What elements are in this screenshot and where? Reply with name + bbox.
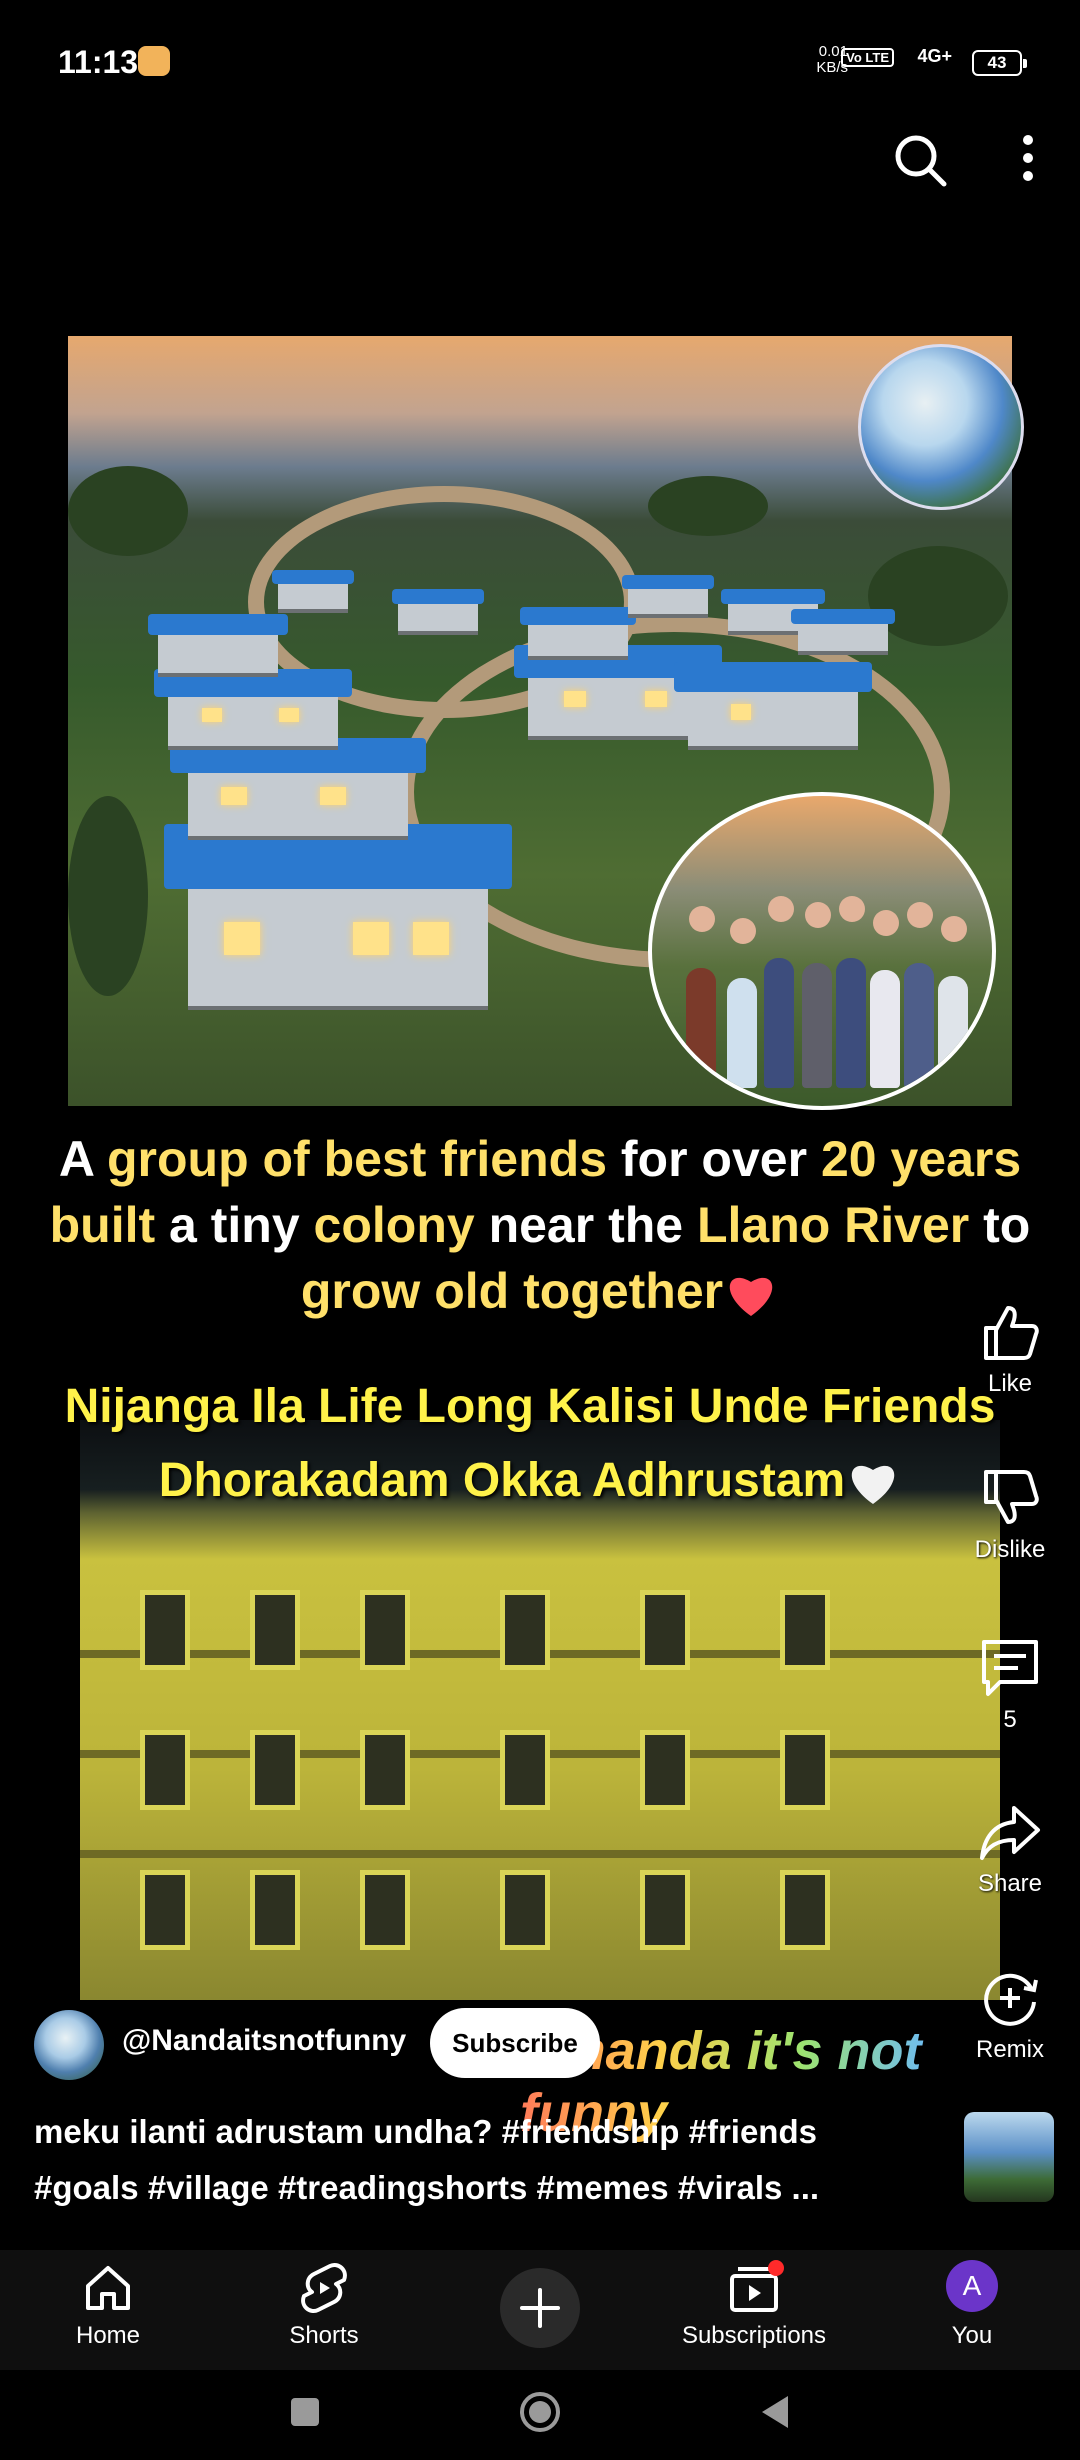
video-description[interactable]: meku ilanti adrustam undha? #friendship … <box>34 2104 934 2216</box>
notification-app-icon <box>138 46 170 76</box>
remix-button[interactable]: Remix <box>960 1966 1060 2064</box>
caption-text: A group of best friends for over 20 year… <box>50 1131 1031 1319</box>
video-caption: A group of best friends for over 20 year… <box>10 1126 1070 1324</box>
like-label: Like <box>987 1370 1033 1397</box>
caption-fragment: grow old together <box>300 1263 724 1319</box>
caption-fragment: a tiny <box>155 1197 314 1253</box>
subtitle-line-2: Dhorakadam Okka Adhrustam <box>158 1454 846 1507</box>
nav-you-label: You <box>951 2322 993 2349</box>
more-vert-icon <box>1023 135 1033 181</box>
remix-label: Remix <box>975 2036 1044 2063</box>
share-label: Share <box>977 1870 1043 1897</box>
system-navigation <box>0 2370 1080 2460</box>
comment-icon <box>982 1640 1038 1696</box>
caption-fragment: group of best friends <box>107 1131 607 1187</box>
home-system-button[interactable] <box>518 2390 562 2434</box>
search-button[interactable] <box>890 130 950 190</box>
search-icon <box>895 135 947 187</box>
red-heart-icon <box>729 1277 773 1316</box>
channel-handle[interactable]: @Nandaitsnotfunny <box>122 2024 406 2058</box>
channel-avatar[interactable] <box>34 2010 104 2080</box>
caption-fragment: A <box>58 1131 107 1187</box>
comments-button[interactable]: 5 <box>960 1636 1060 1734</box>
shorts-icon <box>301 2263 347 2313</box>
recents-button[interactable] <box>285 2392 325 2432</box>
like-button[interactable]: Like <box>960 1300 1060 1398</box>
subscriptions-badge <box>768 2260 784 2276</box>
home-icon <box>86 2266 130 2310</box>
more-options-button[interactable] <box>1000 130 1060 190</box>
nav-subscriptions[interactable]: Subscriptions <box>654 2260 854 2350</box>
thumbs-up-icon <box>984 1306 1039 1360</box>
caption-fragment: Llano River <box>696 1197 970 1253</box>
inset-flower-image <box>858 344 1024 510</box>
comments-count: 5 <box>1003 1706 1017 1733</box>
white-heart-icon <box>851 1466 895 1505</box>
nav-shorts[interactable]: Shorts <box>224 2260 424 2350</box>
caption-fragment: to <box>969 1197 1031 1253</box>
back-button[interactable] <box>756 2392 796 2432</box>
nav-you[interactable]: A You <box>872 2260 1072 2350</box>
nav-home[interactable]: Home <box>8 2260 208 2350</box>
nav-subscriptions-label: Subscriptions <box>681 2322 827 2349</box>
plus-icon <box>520 2288 560 2328</box>
nav-home-label: Home <box>75 2322 141 2349</box>
caption-fragment: for over <box>607 1131 821 1187</box>
remix-icon <box>984 1973 1038 2026</box>
dislike-label: Dislike <box>974 1536 1046 1563</box>
caption-fragment: near the <box>474 1197 697 1253</box>
description-line-1: meku ilanti adrustam undha? #friendship … <box>34 2113 817 2150</box>
status-time: 11:13 <box>58 44 139 80</box>
subscribe-button[interactable]: Subscribe <box>430 2008 600 2078</box>
subtitle-line-1: Nijanga Ila Life Long Kalisi Unde Friend… <box>64 1380 996 1433</box>
create-button[interactable] <box>500 2268 580 2348</box>
signal-icon: 4G+ <box>917 46 952 66</box>
share-button[interactable]: Share <box>960 1800 1060 1898</box>
thumbs-down-icon <box>984 1470 1039 1524</box>
caption-fragment: colony <box>313 1197 475 1253</box>
battery-icon: 43 <box>972 50 1027 76</box>
dislike-button[interactable]: Dislike <box>960 1466 1060 1564</box>
inset-friends-image <box>648 792 996 1110</box>
volte-icon: Vo LTE <box>841 48 894 67</box>
share-icon <box>980 1806 1040 1860</box>
user-avatar: A <box>946 2260 998 2312</box>
video-subtitle: Nijanga Ila Life Long Kalisi Unde Friend… <box>20 1370 1040 1518</box>
related-video-thumbnail[interactable] <box>964 2112 1054 2202</box>
description-line-2: #goals #village #treadingshorts #memes #… <box>34 2169 820 2206</box>
nav-shorts-label: Shorts <box>289 2322 359 2349</box>
